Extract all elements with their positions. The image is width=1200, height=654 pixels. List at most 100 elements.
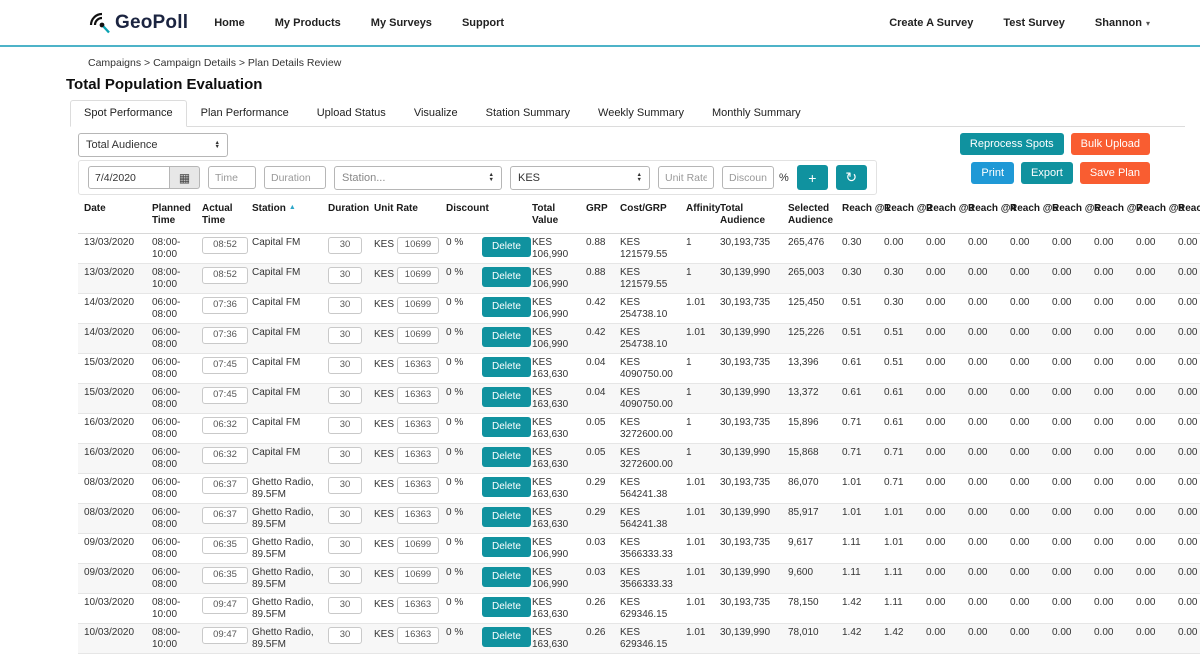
delete-button[interactable]: Delete — [482, 567, 531, 587]
actual-time-input[interactable]: 06:35 — [202, 567, 248, 584]
station-select[interactable]: Station... ▲▼ — [334, 166, 502, 190]
nav-item-test-survey[interactable]: Test Survey — [1003, 17, 1065, 29]
reach-cell: 0.00 — [1130, 474, 1172, 504]
user-menu[interactable]: Shannon▾ — [1095, 17, 1150, 29]
duration-input[interactable]: 30 — [328, 537, 362, 554]
reach-cell: 0.00 — [1046, 294, 1088, 324]
actual-time-input[interactable]: 09:47 — [202, 597, 248, 614]
bulk-upload-button[interactable]: Bulk Upload — [1071, 133, 1150, 155]
nav-item-support[interactable]: Support — [462, 17, 504, 29]
time-input[interactable] — [208, 166, 256, 189]
unit-rate-input[interactable]: 16363 — [397, 507, 439, 524]
delete-button[interactable]: Delete — [482, 327, 531, 347]
duration-input[interactable] — [264, 166, 326, 189]
actual-time-input[interactable]: 06:32 — [202, 417, 248, 434]
duration-input[interactable]: 30 — [328, 297, 362, 314]
geopoll-logo[interactable]: GeoPoll — [88, 12, 188, 34]
audience-select[interactable]: Total Audience ▲▼ — [78, 133, 228, 157]
delete-button[interactable]: Delete — [482, 417, 531, 437]
actual-time-input[interactable]: 06:37 — [202, 507, 248, 524]
selected-audience-cell: 78,150 — [782, 594, 836, 624]
col-header-station[interactable]: Station▲ — [246, 201, 322, 234]
unit-rate-input[interactable]: 10699 — [397, 537, 439, 554]
actual-time-input[interactable]: 06:35 — [202, 537, 248, 554]
actual-time-input[interactable]: 09:47 — [202, 627, 248, 644]
unit-rate-input[interactable]: 10699 — [397, 267, 439, 284]
unit-rate-input[interactable] — [658, 166, 714, 189]
tab-upload-status[interactable]: Upload Status — [303, 100, 400, 127]
unit-rate-input[interactable]: 16363 — [397, 597, 439, 614]
actual-time-input[interactable]: 08:52 — [202, 267, 248, 284]
delete-button[interactable]: Delete — [482, 537, 531, 557]
calendar-icon[interactable]: ▦ — [170, 166, 200, 189]
add-spot-button[interactable]: + — [797, 165, 828, 190]
unit-rate-input[interactable]: 10699 — [397, 237, 439, 254]
reach-cell: 0.30 — [836, 264, 878, 294]
discount-cell: 0 % — [440, 534, 476, 564]
tab-station-summary[interactable]: Station Summary — [472, 100, 584, 127]
delete-button[interactable]: Delete — [482, 267, 531, 287]
duration-input-cell: 30 — [322, 564, 368, 594]
delete-button[interactable]: Delete — [482, 297, 531, 317]
save-plan-button[interactable]: Save Plan — [1080, 162, 1150, 184]
actual-time-input[interactable]: 07:36 — [202, 327, 248, 344]
actual-time-input[interactable]: 06:37 — [202, 477, 248, 494]
delete-button[interactable]: Delete — [482, 597, 531, 617]
reprocess-spots-button[interactable]: Reprocess Spots — [960, 133, 1064, 155]
tab-visualize[interactable]: Visualize — [400, 100, 472, 127]
duration-input[interactable]: 30 — [328, 387, 362, 404]
duration-input[interactable]: 30 — [328, 357, 362, 374]
nav-item-create-a-survey[interactable]: Create A Survey — [889, 17, 973, 29]
tab-spot-performance[interactable]: Spot Performance — [70, 100, 187, 127]
breadcrumb[interactable]: Campaigns > Campaign Details > Plan Deta… — [88, 57, 1200, 69]
delete-button[interactable]: Delete — [482, 237, 531, 257]
nav-item-my-surveys[interactable]: My Surveys — [371, 17, 432, 29]
actual-time-input[interactable]: 06:32 — [202, 447, 248, 464]
refresh-button[interactable]: ↻ — [836, 165, 867, 190]
delete-button[interactable]: Delete — [482, 447, 531, 467]
discount-input[interactable] — [722, 166, 774, 189]
tab-monthly-summary[interactable]: Monthly Summary — [698, 100, 815, 127]
date-input[interactable] — [88, 166, 170, 189]
unit-rate-input[interactable]: 16363 — [397, 627, 439, 644]
unit-rate-input[interactable]: 16363 — [397, 417, 439, 434]
selected-audience-cell: 85,917 — [782, 504, 836, 534]
actual-time-input[interactable]: 07:45 — [202, 357, 248, 374]
actual-time-input[interactable]: 08:52 — [202, 237, 248, 254]
planned-time-cell: 06:00-08:00 — [146, 414, 196, 444]
actual-time-input[interactable]: 07:36 — [202, 297, 248, 314]
unit-rate-input[interactable]: 16363 — [397, 447, 439, 464]
unit-rate-input[interactable]: 10699 — [397, 327, 439, 344]
sort-asc-icon[interactable]: ▲ — [289, 204, 296, 211]
delete-button[interactable]: Delete — [482, 477, 531, 497]
duration-input[interactable]: 30 — [328, 627, 362, 644]
duration-input[interactable]: 30 — [328, 597, 362, 614]
duration-input[interactable]: 30 — [328, 477, 362, 494]
actual-time-input[interactable]: 07:45 — [202, 387, 248, 404]
duration-input[interactable]: 30 — [328, 417, 362, 434]
duration-input[interactable]: 30 — [328, 507, 362, 524]
unit-rate-input[interactable]: 10699 — [397, 297, 439, 314]
delete-button[interactable]: Delete — [482, 507, 531, 527]
duration-input[interactable]: 30 — [328, 237, 362, 254]
delete-button[interactable]: Delete — [482, 357, 531, 377]
unit-rate-input[interactable]: 16363 — [397, 357, 439, 374]
nav-item-my-products[interactable]: My Products — [275, 17, 341, 29]
nav-item-home[interactable]: Home — [214, 17, 245, 29]
duration-input[interactable]: 30 — [328, 567, 362, 584]
unit-rate-input[interactable]: 10699 — [397, 567, 439, 584]
print-button[interactable]: Print — [971, 162, 1014, 184]
tab-plan-performance[interactable]: Plan Performance — [187, 100, 303, 127]
station-cell: Ghetto Radio, 89.5FM — [246, 564, 322, 594]
export-button[interactable]: Export — [1021, 162, 1073, 184]
duration-input[interactable]: 30 — [328, 267, 362, 284]
tab-weekly-summary[interactable]: Weekly Summary — [584, 100, 698, 127]
currency-select[interactable]: KES ▲▼ — [510, 166, 650, 190]
delete-button[interactable]: Delete — [482, 387, 531, 407]
unit-rate-input[interactable]: 16363 — [397, 387, 439, 404]
grp-cell: 0.04 — [580, 384, 614, 414]
unit-rate-input[interactable]: 16363 — [397, 477, 439, 494]
duration-input[interactable]: 30 — [328, 447, 362, 464]
duration-input[interactable]: 30 — [328, 327, 362, 344]
delete-button[interactable]: Delete — [482, 627, 531, 647]
